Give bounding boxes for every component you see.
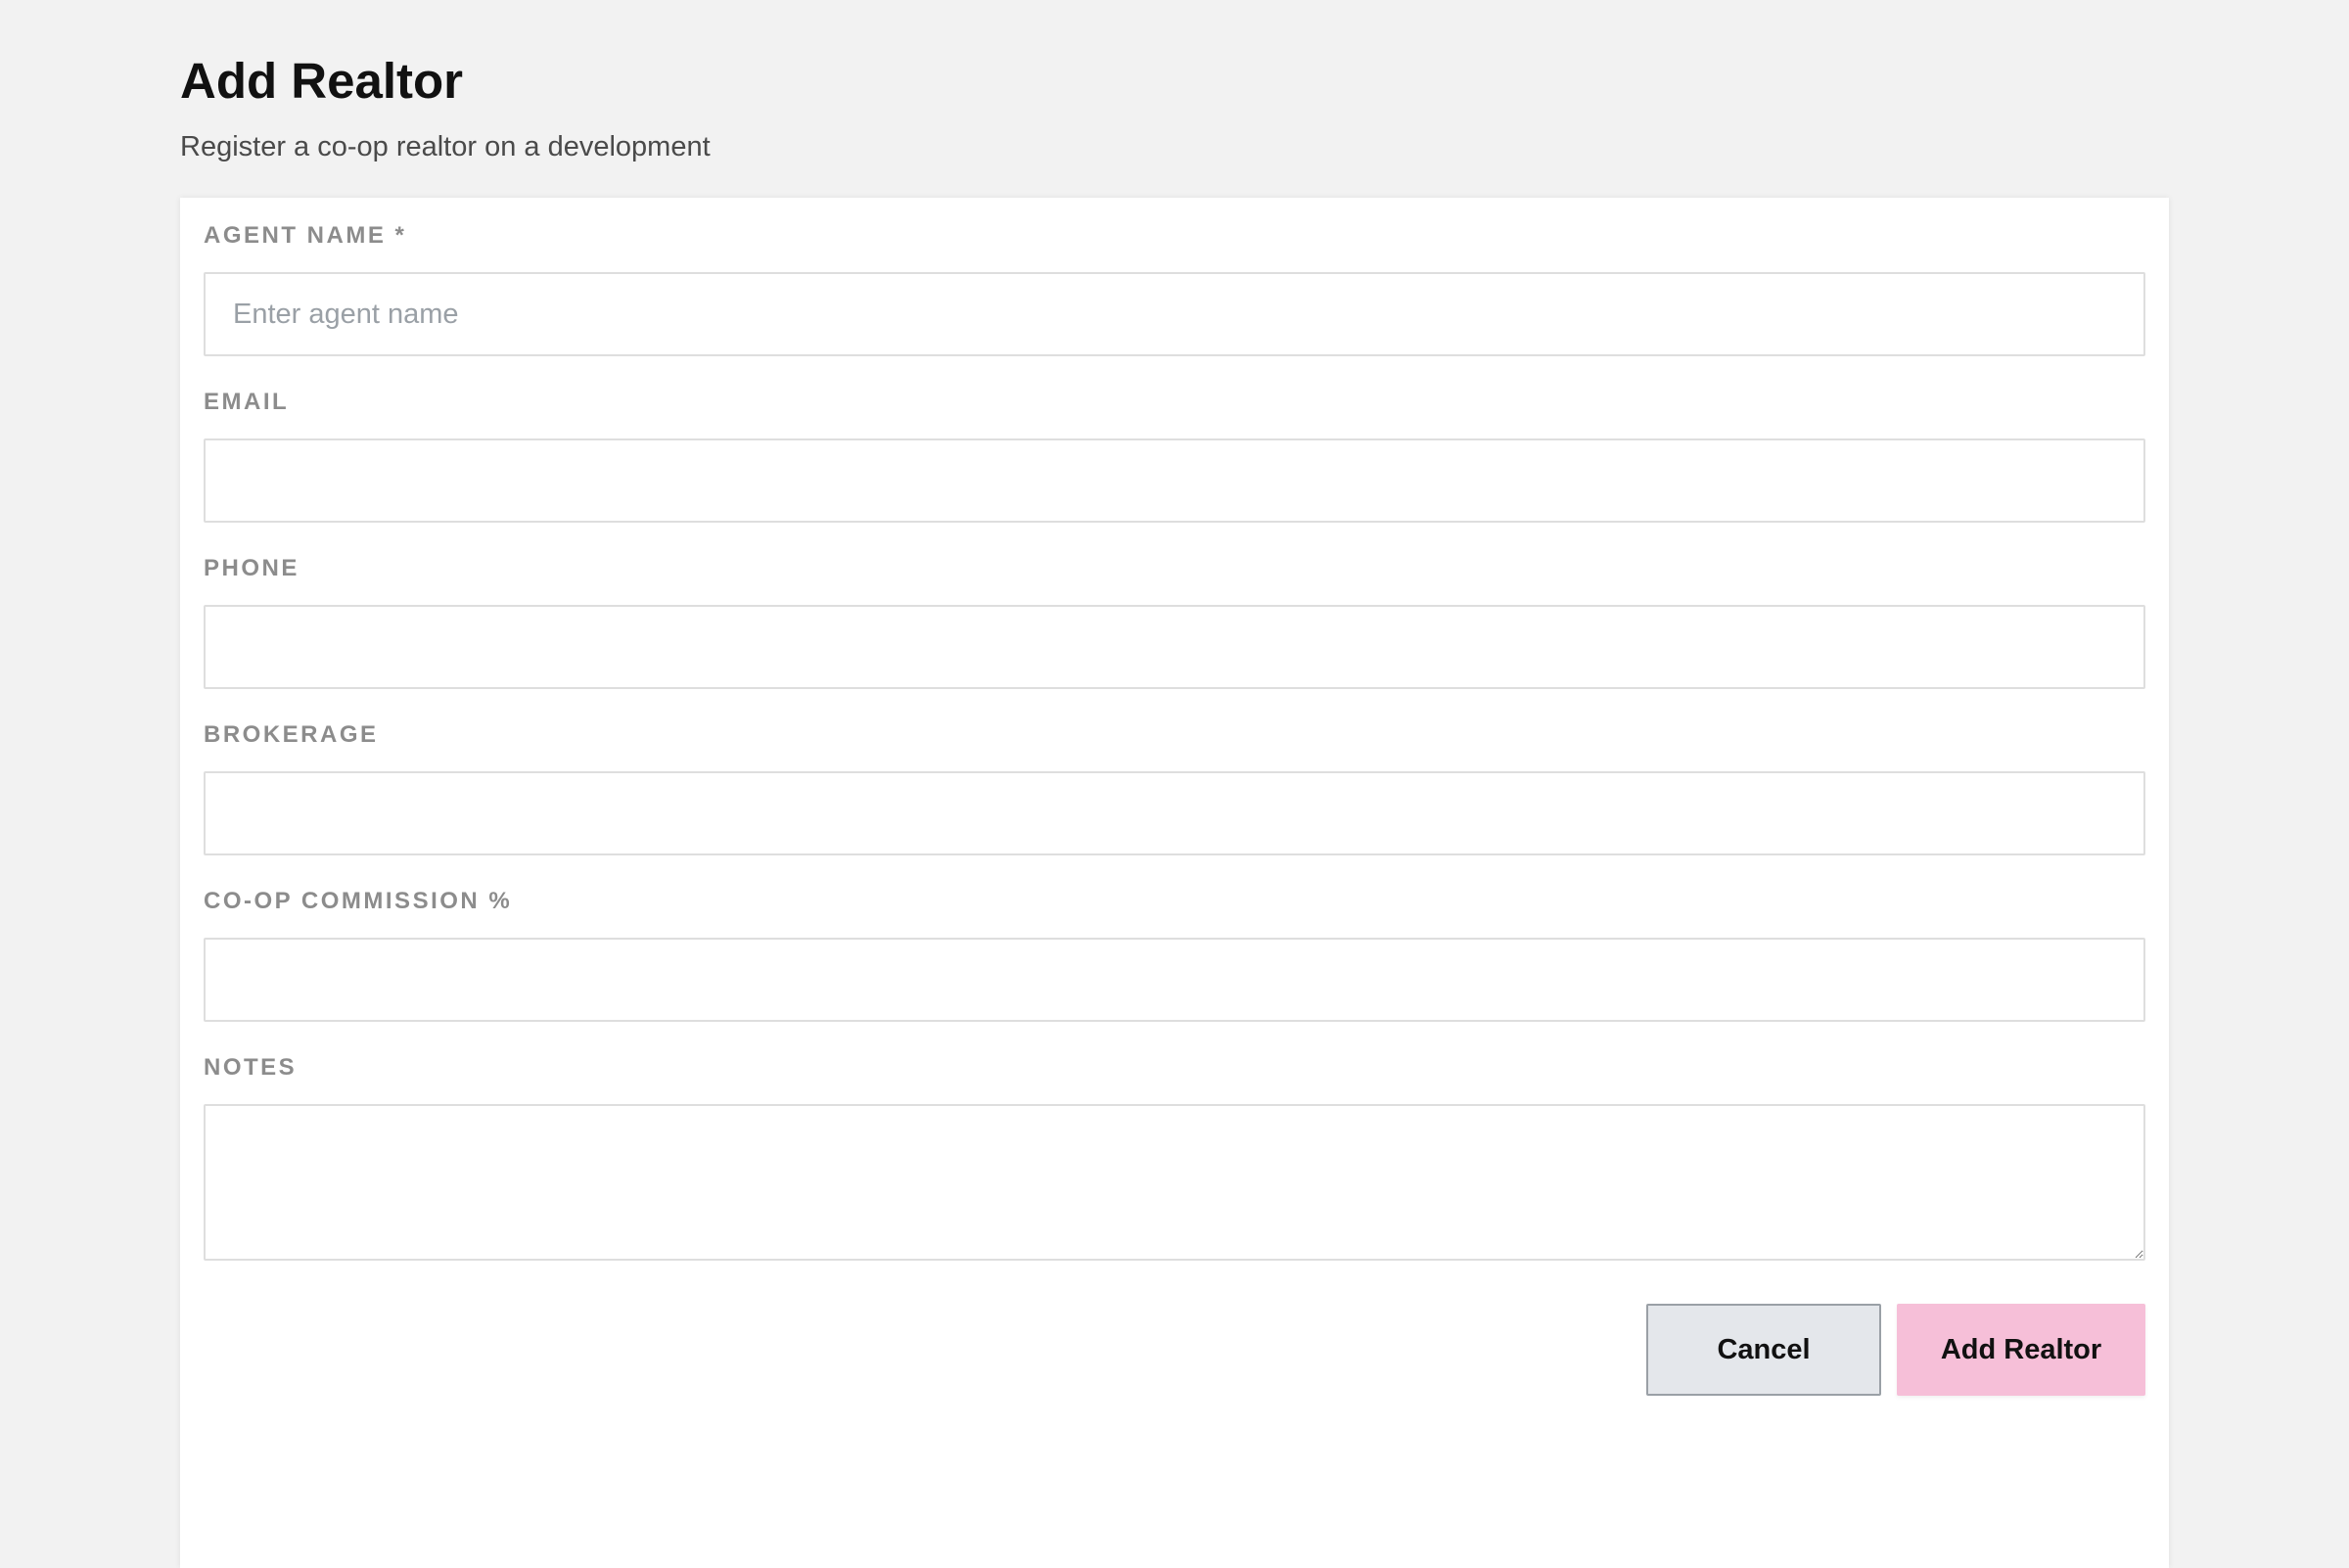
co-op-commission-input[interactable] — [204, 938, 2145, 1022]
co-op-commission-label: CO-OP COMMISSION % — [204, 888, 513, 914]
page-subtitle: Register a co-op realtor on a developmen… — [180, 131, 711, 162]
email-label: EMAIL — [204, 389, 290, 415]
brokerage-label: BROKERAGE — [204, 721, 379, 748]
add-realtor-form: AGENT NAME * EMAIL PHONE BROKERAGE CO-OP… — [180, 198, 2169, 1568]
page-title: Add Realtor — [180, 53, 464, 109]
notes-label: NOTES — [204, 1054, 298, 1081]
email-input[interactable] — [204, 438, 2145, 523]
agent-name-label: AGENT NAME * — [204, 222, 407, 249]
add-realtor-page: Add Realtor Register a co-op realtor on … — [0, 0, 2349, 1568]
cancel-button[interactable]: Cancel — [1646, 1304, 1881, 1396]
phone-label: PHONE — [204, 555, 299, 581]
add-realtor-button[interactable]: Add Realtor — [1897, 1304, 2145, 1396]
notes-textarea[interactable] — [204, 1104, 2145, 1261]
phone-input[interactable] — [204, 605, 2145, 689]
agent-name-input[interactable] — [204, 272, 2145, 356]
brokerage-input[interactable] — [204, 771, 2145, 855]
